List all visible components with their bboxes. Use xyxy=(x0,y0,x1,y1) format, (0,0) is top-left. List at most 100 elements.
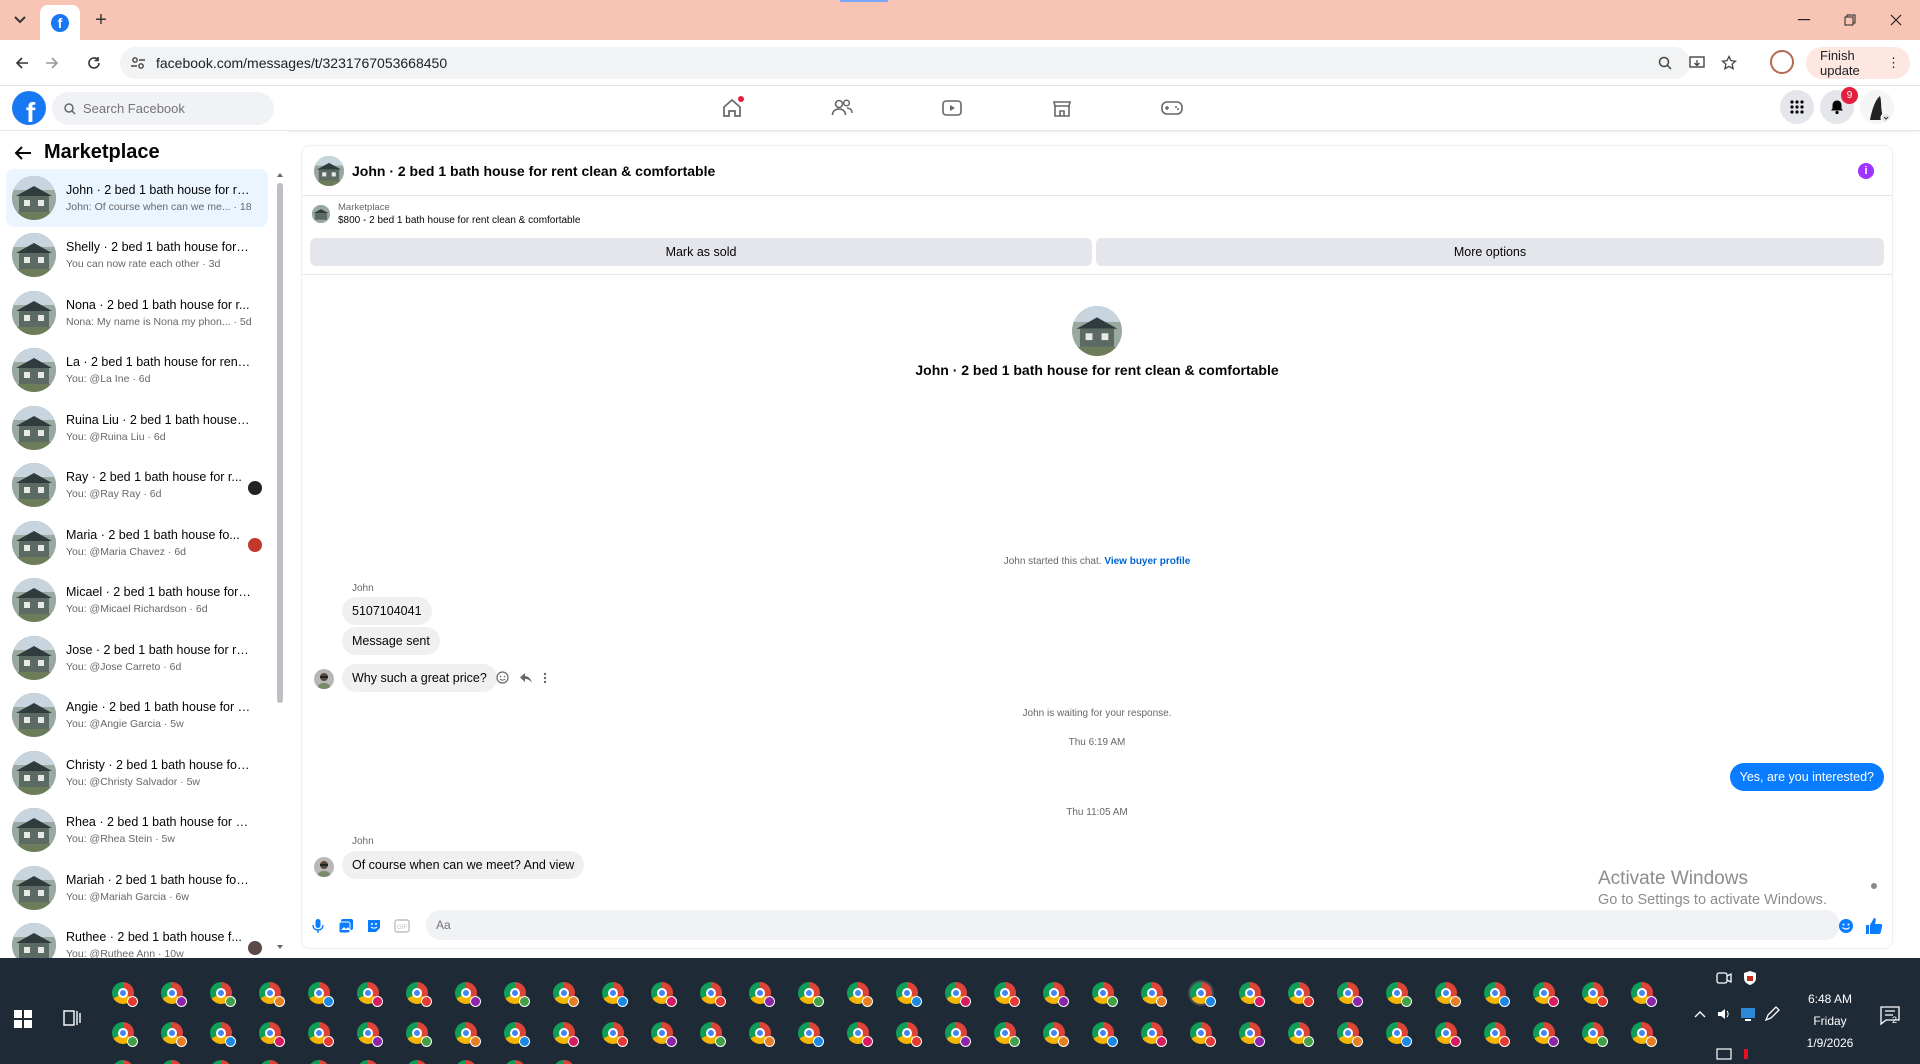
conversation-item[interactable]: Angie · 2 bed 1 bath house for r... You: … xyxy=(6,687,268,745)
conversation-item[interactable]: Jose · 2 bed 1 bath house for re... You: … xyxy=(6,629,268,687)
chrome-taskbar-icon[interactable] xyxy=(1188,980,1216,1007)
chrome-taskbar-icon[interactable] xyxy=(551,1020,579,1047)
more-icon[interactable] xyxy=(543,672,547,684)
restore-button[interactable] xyxy=(1828,8,1872,32)
notifications-button[interactable]: 9 xyxy=(1820,87,1858,124)
chrome-taskbar-icon[interactable] xyxy=(404,1020,432,1047)
chrome-taskbar-icon[interactable] xyxy=(453,1058,479,1064)
chrome-taskbar-icon[interactable] xyxy=(1629,1020,1657,1047)
chrome-taskbar-icon[interactable] xyxy=(943,1020,971,1047)
zoom-icon[interactable] xyxy=(1656,54,1674,72)
home-icon[interactable] xyxy=(718,96,746,120)
chrome-taskbar-icon[interactable] xyxy=(502,1020,530,1047)
reload-button[interactable] xyxy=(82,51,106,75)
message-bubble[interactable]: Why such a great price? xyxy=(342,664,497,692)
conversation-item[interactable]: John · 2 bed 1 bath house for re... John:… xyxy=(6,169,268,227)
chrome-taskbar-icon[interactable] xyxy=(551,980,579,1007)
chrome-taskbar-icon[interactable] xyxy=(208,980,236,1007)
conversation-item[interactable]: Ruina Liu · 2 bed 1 bath house f... You: … xyxy=(6,399,268,457)
chrome-taskbar-icon[interactable] xyxy=(649,1020,677,1047)
taskbar-clock[interactable]: 6:48 AM Friday 1/9/2026 xyxy=(1790,988,1870,1054)
chrome-taskbar-icon[interactable] xyxy=(1433,1020,1461,1047)
show-hidden-icons[interactable] xyxy=(1694,1010,1706,1018)
conversation-item[interactable]: Maria · 2 bed 1 bath house fo... You: @Ma… xyxy=(6,514,268,572)
forward-button[interactable] xyxy=(40,51,64,75)
chrome-taskbar-icon[interactable] xyxy=(257,980,285,1007)
chrome-taskbar-icon[interactable] xyxy=(159,1020,187,1047)
tab-search-button[interactable] xyxy=(8,10,32,30)
chrome-taskbar-icon[interactable] xyxy=(796,1020,824,1047)
chrome-taskbar-icon[interactable] xyxy=(1139,1020,1167,1047)
facebook-search[interactable] xyxy=(52,92,274,125)
chrome-taskbar-icon[interactable] xyxy=(894,980,922,1007)
chrome-taskbar-icon[interactable] xyxy=(1531,1020,1559,1047)
conversation-item[interactable]: Nona · 2 bed 1 bath house for r... Nona: … xyxy=(6,284,268,342)
chrome-taskbar-icon[interactable] xyxy=(600,980,628,1007)
chrome-taskbar-icon[interactable] xyxy=(1629,980,1657,1007)
chrome-taskbar-icon[interactable] xyxy=(649,980,677,1007)
listing-info[interactable]: Marketplace $800 - 2 bed 1 bath house fo… xyxy=(312,202,580,226)
chrome-taskbar-icon[interactable] xyxy=(992,1020,1020,1047)
photo-icon[interactable] xyxy=(336,916,356,936)
action-center-icon[interactable]: 2 xyxy=(1880,1006,1902,1026)
conversation-item[interactable]: Ray · 2 bed 1 bath house for r... You: @R… xyxy=(6,457,268,515)
chrome-taskbar-icon[interactable] xyxy=(1090,1020,1118,1047)
chrome-taskbar-icon[interactable] xyxy=(453,1020,481,1047)
chrome-taskbar-icon[interactable] xyxy=(1286,1020,1314,1047)
chrome-taskbar-icon[interactable] xyxy=(502,980,530,1007)
account-avatar[interactable] xyxy=(1860,90,1894,124)
volume-icon[interactable] xyxy=(1716,1006,1732,1022)
conversation-item[interactable]: Micael · 2 bed 1 bath house for ... You: … xyxy=(6,572,268,630)
emoji-icon[interactable] xyxy=(1836,916,1856,936)
chrome-taskbar-icon[interactable] xyxy=(110,1020,138,1047)
windows-start-icon[interactable] xyxy=(14,1010,32,1028)
sender-avatar[interactable] xyxy=(314,857,334,877)
gif-icon[interactable]: GIF xyxy=(392,916,412,936)
chrome-taskbar-icon[interactable] xyxy=(1482,980,1510,1007)
chrome-taskbar-icon[interactable] xyxy=(1139,980,1167,1007)
conversation-item[interactable]: La · 2 bed 1 bath house for rent ... You:… xyxy=(6,342,268,400)
conversation-item[interactable]: Christy · 2 bed 1 bath house for ... You:… xyxy=(6,744,268,802)
minimize-button[interactable] xyxy=(1782,8,1826,32)
chrome-taskbar-icon[interactable] xyxy=(1237,1020,1265,1047)
chrome-taskbar-icon[interactable] xyxy=(110,1058,136,1064)
facebook-logo-icon[interactable]: f xyxy=(12,91,46,125)
bookmark-star-icon[interactable] xyxy=(1720,54,1738,72)
chrome-taskbar-icon[interactable] xyxy=(306,1058,332,1064)
meet-now-icon[interactable] xyxy=(1716,970,1732,986)
sidebar-scroll-thumb[interactable] xyxy=(277,183,283,703)
chrome-taskbar-icon[interactable] xyxy=(355,1058,381,1064)
chrome-taskbar-icon[interactable] xyxy=(992,980,1020,1007)
view-buyer-profile-link[interactable]: View buyer profile xyxy=(1104,556,1190,567)
chrome-taskbar-icon[interactable] xyxy=(1041,1020,1069,1047)
chrome-taskbar-icon[interactable] xyxy=(1433,980,1461,1007)
chrome-taskbar-icon[interactable] xyxy=(306,980,334,1007)
chrome-taskbar-icon[interactable] xyxy=(404,1058,430,1064)
chrome-taskbar-icon[interactable] xyxy=(1237,980,1265,1007)
chat-title[interactable]: John · 2 bed 1 bath house for rent clean… xyxy=(352,163,715,179)
chrome-taskbar-icon[interactable] xyxy=(1041,980,1069,1007)
close-window-button[interactable] xyxy=(1874,8,1918,32)
chrome-taskbar-icon[interactable] xyxy=(257,1058,283,1064)
chrome-taskbar-icon[interactable] xyxy=(600,1020,628,1047)
chrome-taskbar-icon[interactable] xyxy=(747,1020,775,1047)
chrome-taskbar-icon[interactable] xyxy=(159,980,187,1007)
message-bubble[interactable]: Message sent xyxy=(342,627,440,655)
chrome-taskbar-icon[interactable] xyxy=(698,980,726,1007)
chrome-taskbar-icon[interactable] xyxy=(1580,1020,1608,1047)
security-shield-icon[interactable] xyxy=(1742,970,1758,986)
chrome-taskbar-icon[interactable] xyxy=(845,980,873,1007)
pen-workspace-icon[interactable] xyxy=(1764,1006,1780,1022)
marketplace-icon[interactable] xyxy=(1048,96,1076,120)
chrome-taskbar-icon[interactable] xyxy=(453,980,481,1007)
chrome-taskbar-icon[interactable] xyxy=(894,1020,922,1047)
conversation-item[interactable]: Shelly · 2 bed 1 bath house for r... You … xyxy=(6,227,268,285)
chrome-taskbar-icon[interactable] xyxy=(698,1020,726,1047)
install-app-icon[interactable] xyxy=(1688,54,1706,72)
chrome-taskbar-icon[interactable] xyxy=(159,1058,185,1064)
chrome-taskbar-icon[interactable] xyxy=(747,980,775,1007)
address-bar[interactable]: facebook.com/messages/t/3231767053668450 xyxy=(120,47,1737,79)
chrome-taskbar-icon[interactable] xyxy=(208,1058,234,1064)
microphone-icon[interactable] xyxy=(308,916,328,936)
sticker-icon[interactable] xyxy=(364,916,384,936)
